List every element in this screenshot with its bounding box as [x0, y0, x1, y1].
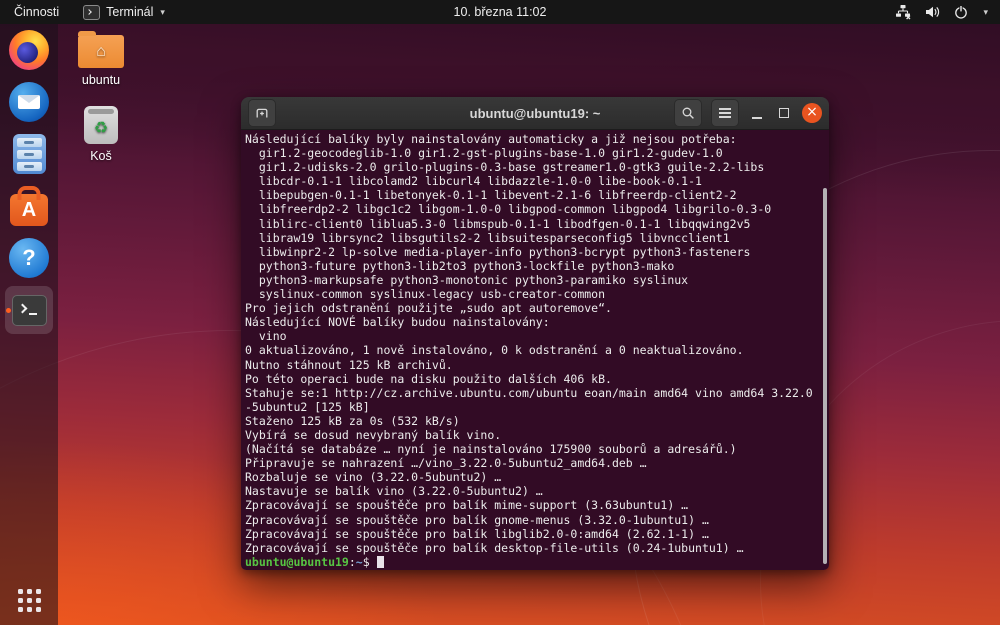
- menu-button[interactable]: [711, 99, 739, 127]
- terminal-titlebar[interactable]: ubuntu@ubuntu19: ~ ×: [241, 97, 829, 130]
- help-icon: ?: [9, 238, 49, 278]
- maximize-button[interactable]: [775, 104, 793, 122]
- terminal-line: (Načítá se databáze … nyní je nainstalov…: [245, 442, 823, 456]
- dock-item-thunderbird[interactable]: [5, 78, 53, 126]
- desktop-icon-ubuntu[interactable]: ⌂ ubuntu: [62, 28, 140, 87]
- terminal-line: Zpracovávají se spouštěče pro balík mime…: [245, 498, 823, 512]
- terminal-line: Zpracovávají se spouštěče pro balík libg…: [245, 527, 823, 541]
- terminal-lines: Následující balíky byly nainstalovány au…: [245, 132, 823, 555]
- prompt-path: ~: [356, 555, 363, 569]
- dock: A ?: [0, 24, 58, 625]
- home-folder-icon: ⌂: [78, 35, 124, 68]
- minimize-icon: [752, 117, 762, 119]
- prompt-symbol: $: [363, 555, 370, 569]
- dock-item-firefox[interactable]: [5, 26, 53, 74]
- app-menu-terminal[interactable]: Terminál ▾: [73, 0, 175, 24]
- terminal-icon: [83, 5, 100, 20]
- search-button[interactable]: [674, 99, 702, 127]
- system-status-area[interactable]: ▾: [895, 0, 1000, 24]
- terminal-line: 0 aktualizováno, 1 nově instalováno, 0 k…: [245, 343, 823, 357]
- terminal-line: gir1.2-udisks-2.0 grilo-plugins-0.3-base…: [245, 160, 823, 174]
- maximize-icon: [779, 108, 789, 118]
- terminal-line: liblirc-client0 liblua5.3-0 libmspub-0.1…: [245, 217, 823, 231]
- terminal-line: libepubgen-0.1-1 libetonyek-0.1-1 libeve…: [245, 188, 823, 202]
- desktop-icon-trash[interactable]: ♻ Koš: [62, 106, 140, 163]
- prompt-separator: :: [349, 555, 356, 569]
- text-cursor: [377, 556, 384, 568]
- thunderbird-icon: [9, 82, 49, 122]
- terminal-line: Po této operaci bude na disku použito da…: [245, 372, 823, 386]
- terminal-line: Zpracovávají se spouštěče pro balík desk…: [245, 541, 823, 555]
- terminal-line: syslinux-common syslinux-legacy usb-crea…: [245, 287, 823, 301]
- activities-button[interactable]: Činnosti: [0, 0, 73, 24]
- volume-icon: [924, 4, 940, 20]
- desktop-icon-label: ubuntu: [62, 73, 140, 87]
- terminal-line: Nutno stáhnout 125 kB archivů.: [245, 358, 823, 372]
- ubuntu-software-icon: A: [10, 194, 48, 226]
- close-button[interactable]: ×: [802, 103, 822, 123]
- terminal-scrollbar[interactable]: [823, 188, 827, 564]
- terminal-line: Následující balíky byly nainstalovány au…: [245, 132, 823, 146]
- app-menu-label: Terminál: [106, 5, 153, 19]
- terminal-line: libraw19 librsync2 libsgutils2-2 libsuit…: [245, 231, 823, 245]
- dock-item-help[interactable]: ?: [5, 234, 53, 282]
- dock-item-files[interactable]: [5, 130, 53, 178]
- terminal-line: Staženo 125 kB za 0s (532 kB/s): [245, 414, 823, 428]
- new-tab-button[interactable]: [248, 99, 276, 127]
- top-bar: Činnosti Terminál ▾ 10. března 11:02: [0, 0, 1000, 24]
- minimize-button[interactable]: [748, 104, 766, 122]
- terminal-line: libfreerdp2-2 libgc1c2 libgom-1.0-0 libg…: [245, 202, 823, 216]
- terminal-line: python3-future python3-lib2to3 python3-l…: [245, 259, 823, 273]
- show-applications-button[interactable]: [18, 589, 41, 612]
- terminal-output[interactable]: Následující balíky byly nainstalovány au…: [241, 130, 829, 570]
- terminal-line: Nastavuje se balík vino (3.22.0-5ubuntu2…: [245, 484, 823, 498]
- dock-item-ubuntu-software[interactable]: A: [5, 182, 53, 230]
- running-indicator: [6, 308, 11, 313]
- desktop-icon-label: Koš: [62, 149, 140, 163]
- chevron-down-icon: ▾: [983, 7, 988, 18]
- hamburger-icon: [719, 112, 731, 114]
- dock-item-terminal[interactable]: [5, 286, 53, 334]
- terminal-line: libcdr-0.1-1 libcolamd2 libcurl4 libdazz…: [245, 174, 823, 188]
- terminal-line: libwinpr2-2 lp-solve media-player-info p…: [245, 245, 823, 259]
- terminal-line: Vybírá se dosud nevybraný balík vino.: [245, 428, 823, 442]
- files-icon: [13, 134, 46, 174]
- prompt-user: ubuntu@ubuntu19: [245, 555, 349, 569]
- terminal-window: ubuntu@ubuntu19: ~ × Následující balíky …: [241, 97, 829, 570]
- terminal-icon: [12, 295, 47, 326]
- terminal-line: gir1.2-geocodeglib-1.0 gir1.2-gst-plugin…: [245, 146, 823, 160]
- terminal-line: Stahuje se:1 http://cz.archive.ubuntu.co…: [245, 386, 823, 400]
- firefox-icon: [9, 30, 49, 70]
- window-title: ubuntu@ubuntu19: ~: [470, 106, 601, 121]
- terminal-line: Pro jejich odstranění použijte „sudo apt…: [245, 301, 823, 315]
- chevron-down-icon: ▾: [160, 7, 165, 18]
- terminal-line: vino: [245, 329, 823, 343]
- trash-icon: ♻: [84, 106, 118, 144]
- shell-prompt: ubuntu@ubuntu19:~$: [245, 555, 823, 569]
- power-icon: [953, 4, 969, 20]
- terminal-line: Rozbaluje se vino (3.22.0-5ubuntu2) …: [245, 470, 823, 484]
- terminal-line: python3-markupsafe python3-monotonic pyt…: [245, 273, 823, 287]
- terminal-line: Následující NOVÉ balíky budou nainstalov…: [245, 315, 823, 329]
- clock[interactable]: 10. března 11:02: [454, 0, 547, 24]
- terminal-line: Připravuje se nahrazení …/vino_3.22.0-5u…: [245, 456, 823, 470]
- terminal-line: Zpracovávají se spouštěče pro balík gnom…: [245, 513, 823, 527]
- terminal-line: -5ubuntu2 [125 kB]: [245, 400, 823, 414]
- network-offline-icon: [895, 4, 911, 20]
